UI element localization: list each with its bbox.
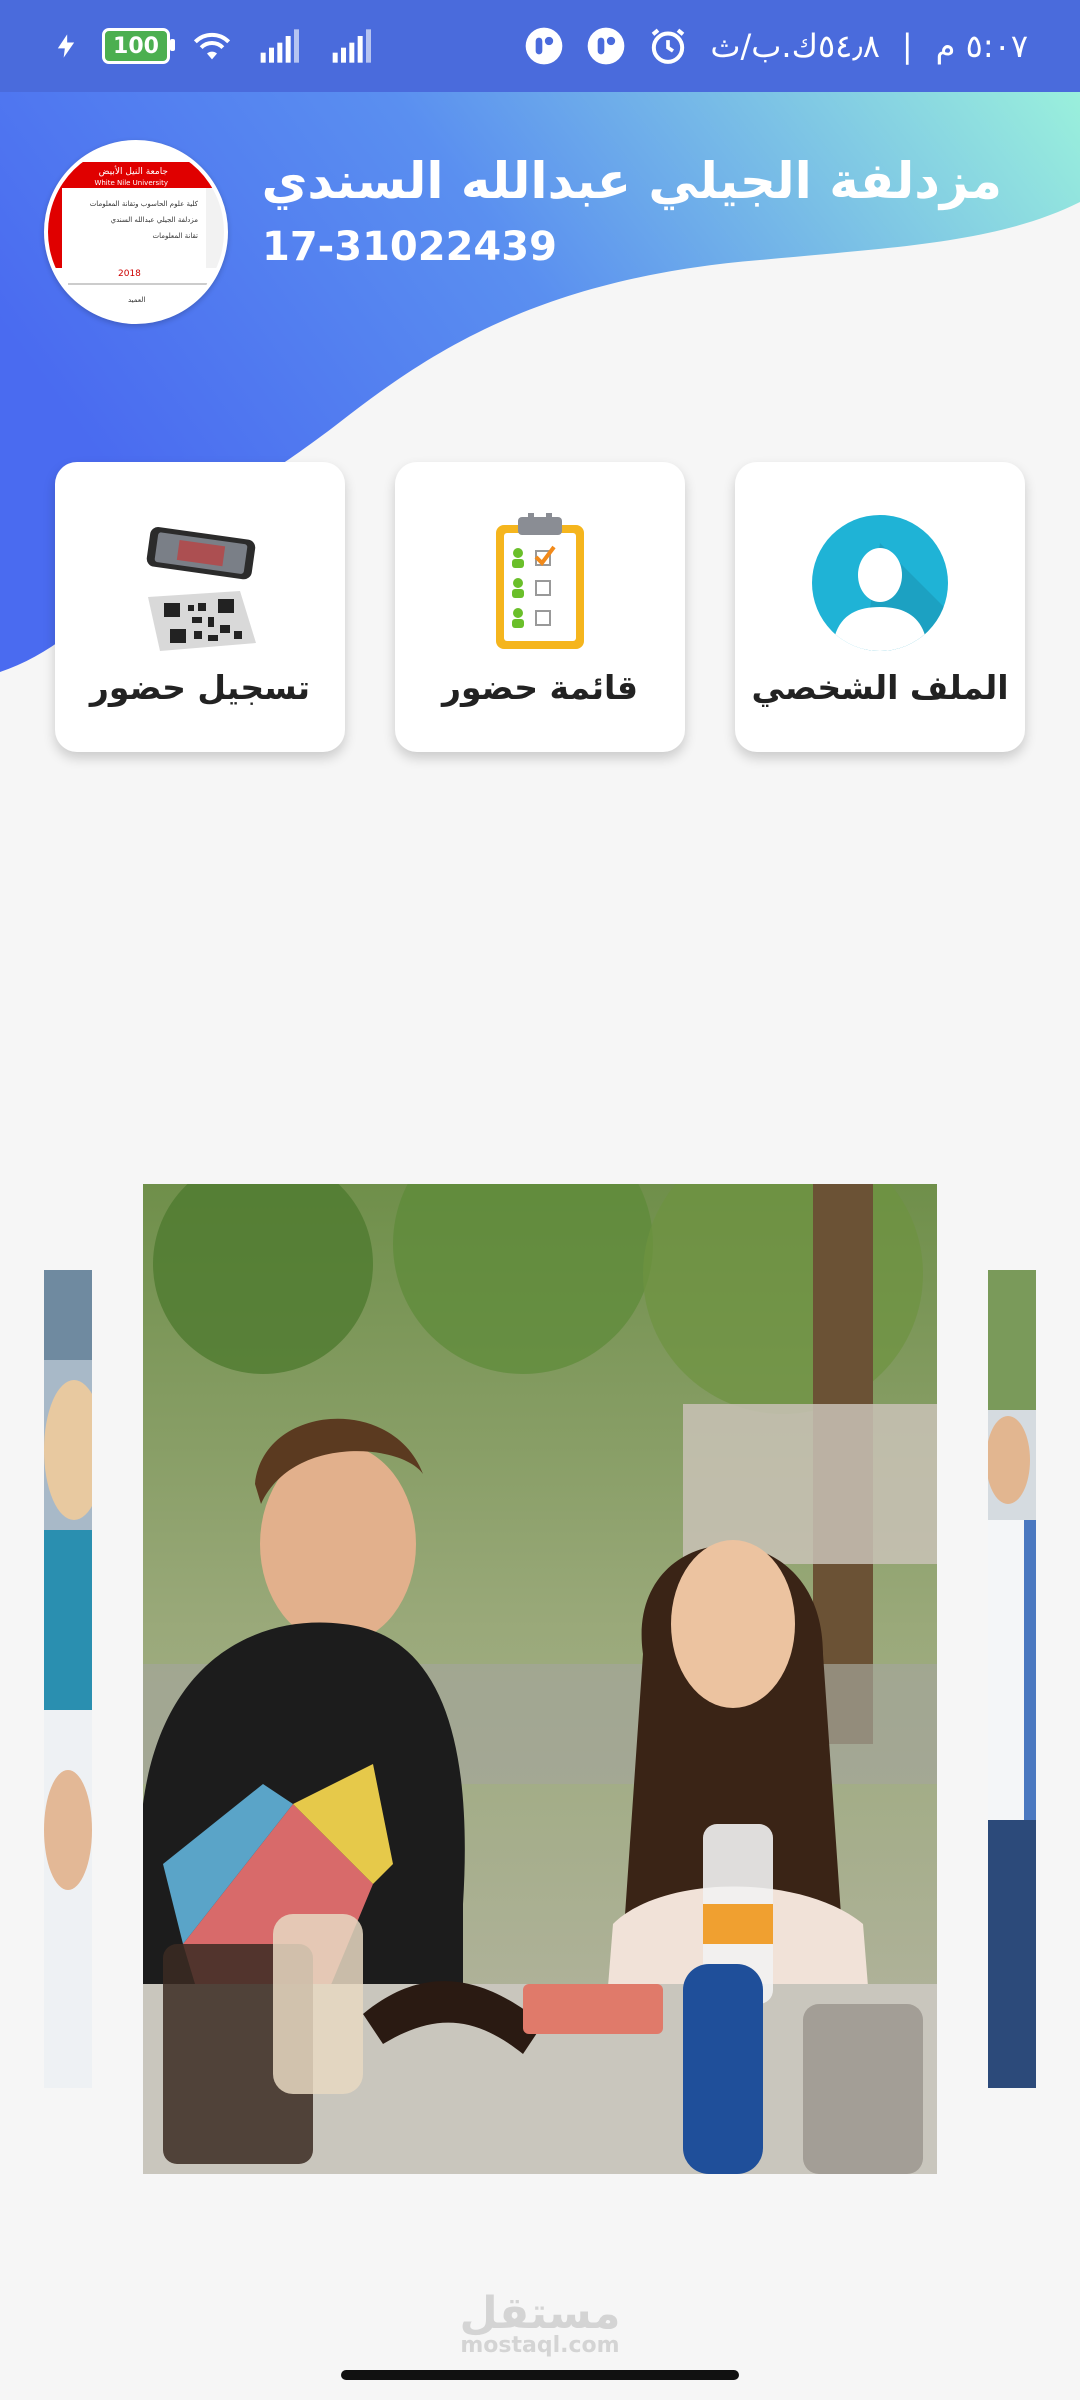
avatar-name-line: مزدلفة الجيلي عبدالله السندي: [111, 216, 199, 224]
user-id: 17-31022439: [262, 224, 557, 270]
carousel-slide-main[interactable]: [143, 1184, 937, 2174]
network-speed: ٥٤٫٨ك.ب/ث: [710, 27, 880, 65]
app-notification-icon: [526, 27, 563, 65]
certificate-image: جامعة النيل الأبيض White Nile University…: [48, 144, 224, 320]
attendance-list-card-label: قائمة حضور: [441, 668, 638, 707]
checklist-icon: [496, 513, 584, 649]
avatar-dean: العميد: [128, 296, 145, 304]
battery-level: 100: [113, 33, 159, 59]
students-photo-right: [988, 1270, 1036, 2088]
user-name: مزدلفة الجيلي عبدالله السندي: [261, 152, 1002, 210]
avatar[interactable]: جامعة النيل الأبيض White Nile University…: [44, 140, 228, 324]
carousel-slide-left[interactable]: [44, 1270, 92, 2088]
alarm-icon: [652, 28, 685, 64]
profile-icon: [812, 515, 948, 651]
avatar-faculty: كلية علوم الحاسوب وتقانة المعلومات: [90, 200, 199, 208]
watermark: مستقل mostaql.com: [0, 2288, 1080, 2358]
profile-icon-wrap: [805, 508, 955, 658]
profile-card-label: الملف الشخصي: [751, 668, 1009, 707]
status-bar-left: 100: [52, 26, 376, 66]
avatar-dept: تقانة المعلومات: [153, 232, 199, 240]
students-photo-left: [44, 1270, 92, 2088]
students-photo-main: [143, 1184, 937, 2174]
charging-icon: [57, 34, 75, 58]
carousel-slide-right[interactable]: [988, 1270, 1036, 2088]
signal-icon: [332, 29, 371, 63]
watermark-ar: مستقل: [459, 2288, 621, 2339]
avatar-university-ar: جامعة النيل الأبيض: [99, 165, 168, 177]
avatar-university-en: White Nile University: [94, 179, 168, 187]
attendance-list-card[interactable]: قائمة حضور: [395, 462, 685, 752]
wifi-icon: [193, 32, 231, 60]
checklist-icon-wrap: [465, 508, 615, 658]
avatar-year: 2018: [118, 269, 141, 279]
home-indicator[interactable]: [341, 2370, 739, 2380]
signal-icon: [260, 29, 299, 63]
battery-icon: 100: [102, 28, 175, 64]
qr-scan-icon: [146, 526, 256, 651]
record-attendance-card[interactable]: تسجيل حضور: [55, 462, 345, 752]
app-notification-icon: [588, 27, 625, 65]
status-bar: 100 ٥٤٫٨ك.ب/ث | ٥:٠٧ م: [0, 0, 1080, 92]
record-attendance-card-label: تسجيل حضور: [89, 668, 311, 707]
separator: |: [901, 27, 914, 65]
profile-card[interactable]: الملف الشخصي: [735, 462, 1025, 752]
watermark-en: mostaql.com: [460, 2333, 620, 2358]
qr-scan-icon-wrap: [125, 508, 275, 658]
status-time: ٥:٠٧ م: [935, 27, 1028, 65]
status-bar-right: ٥٤٫٨ك.ب/ث | ٥:٠٧ م: [524, 26, 1028, 66]
